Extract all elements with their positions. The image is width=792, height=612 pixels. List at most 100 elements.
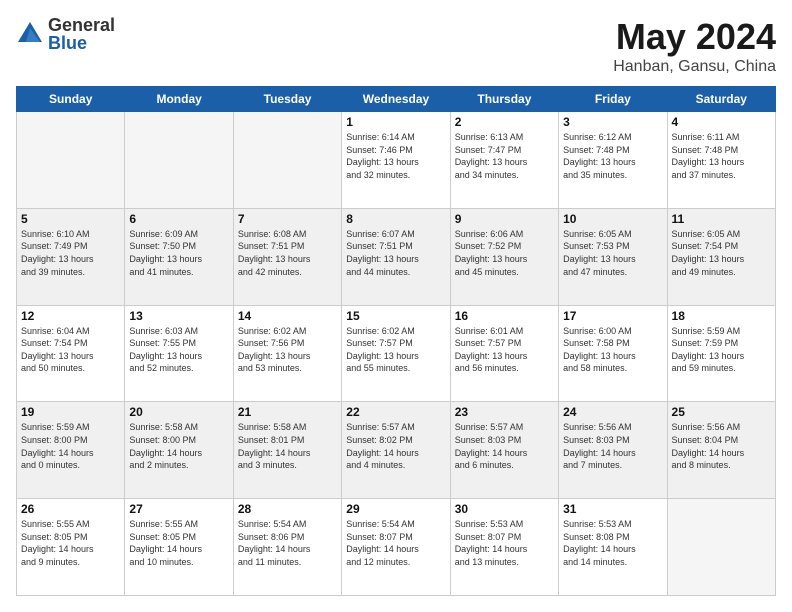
day-info: Sunrise: 5:54 AM Sunset: 8:07 PM Dayligh…	[346, 518, 445, 568]
weekday-wednesday: Wednesday	[342, 87, 450, 112]
calendar-cell: 3 Sunrise: 6:12 AM Sunset: 7:48 PM Daylig…	[559, 112, 667, 209]
day-info: Sunrise: 6:09 AM Sunset: 7:50 PM Dayligh…	[129, 228, 228, 278]
calendar-cell: 26Sunrise: 5:55 AM Sunset: 8:05 PM Dayli…	[17, 499, 125, 596]
calendar-cell: 10 Sunrise: 6:05 AM Sunset: 7:53 PM Dayli…	[559, 208, 667, 305]
calendar-cell: 12 Sunrise: 6:04 AM Sunset: 7:54 PM Dayli…	[17, 305, 125, 402]
weekday-sunday: Sunday	[17, 87, 125, 112]
day-number: 17	[563, 309, 662, 323]
day-number: 18	[672, 309, 771, 323]
calendar-week-2: 5 Sunrise: 6:10 AM Sunset: 7:49 PM Daylig…	[17, 208, 776, 305]
day-info: Sunrise: 6:08 AM Sunset: 7:51 PM Dayligh…	[238, 228, 337, 278]
calendar-week-5: 26 Sunrise: 5:55 AM Sunset: 8:05 PM Dayli…	[17, 499, 776, 596]
day-number: 14	[238, 309, 337, 323]
calendar-week-1: 1 Sunrise: 6:14 AM Sunset: 7:46 PM Daylig…	[17, 112, 776, 209]
day-info: Sunrise: 5:59 AM Sunset: 8:00 PM Dayligh…	[21, 421, 120, 471]
day-number: 6	[129, 212, 228, 226]
calendar-cell: 4 Sunrise: 6:11 AM Sunset: 7:48 PM Daylig…	[667, 112, 775, 209]
day-number: 29	[346, 502, 445, 516]
day-number: 10	[563, 212, 662, 226]
day-info: Sunrise: 6:05 AM Sunset: 7:53 PM Dayligh…	[563, 228, 662, 278]
calendar-cell: 31 Sunrise: 5:53 AM Sunset: 8:08 PM Dayli…	[559, 499, 667, 596]
calendar-cell: 17 Sunrise: 6:00 AM Sunset: 7:58 PM Dayli…	[559, 305, 667, 402]
calendar-week-4: 19 Sunrise: 5:59 AM Sunset: 8:00 PM Dayli…	[17, 402, 776, 499]
calendar-week-3: 12 Sunrise: 6:04 AM Sunset: 7:54 PM Dayli…	[17, 305, 776, 402]
calendar-cell: 28Sunrise: 5:54 AM Sunset: 8:06 PM Dayli…	[233, 499, 341, 596]
day-info: Sunrise: 6:03 AM Sunset: 7:55 PM Dayligh…	[129, 325, 228, 375]
logo: General Blue	[16, 16, 115, 52]
day-info: Sunrise: 6:01 AM Sunset: 7:57 PM Dayligh…	[455, 325, 554, 375]
day-info: Sunrise: 6:07 AM Sunset: 7:51 PM Dayligh…	[346, 228, 445, 278]
day-info: Sunrise: 5:55 AM Sunset: 8:05 PM Dayligh…	[129, 518, 228, 568]
day-info: Sunrise: 5:53 AM Sunset: 8:08 PM Dayligh…	[563, 518, 662, 568]
weekday-tuesday: Tuesday	[233, 87, 341, 112]
calendar-cell: 1 Sunrise: 6:14 AM Sunset: 7:46 PM Daylig…	[342, 112, 450, 209]
day-number: 25	[672, 405, 771, 419]
calendar-cell: 24 Sunrise: 5:56 AM Sunset: 8:03 PM Dayli…	[559, 402, 667, 499]
weekday-saturday: Saturday	[667, 87, 775, 112]
day-info: Sunrise: 6:04 AM Sunset: 7:54 PM Dayligh…	[21, 325, 120, 375]
calendar-cell: 14Sunrise: 6:02 AM Sunset: 7:56 PM Dayli…	[233, 305, 341, 402]
day-number: 19	[21, 405, 120, 419]
day-number: 9	[455, 212, 554, 226]
calendar-cell: 29 Sunrise: 5:54 AM Sunset: 8:07 PM Dayli…	[342, 499, 450, 596]
logo-general: General	[48, 16, 115, 34]
day-number: 12	[21, 309, 120, 323]
day-info: Sunrise: 6:14 AM Sunset: 7:46 PM Dayligh…	[346, 131, 445, 181]
day-number: 21	[238, 405, 337, 419]
calendar-cell: 5 Sunrise: 6:10 AM Sunset: 7:49 PM Daylig…	[17, 208, 125, 305]
day-number: 24	[563, 405, 662, 419]
day-info: Sunrise: 6:11 AM Sunset: 7:48 PM Dayligh…	[672, 131, 771, 181]
month-title: May 2024	[613, 16, 776, 58]
day-number: 2	[455, 115, 554, 129]
location: Hanban, Gansu, China	[613, 58, 776, 76]
calendar-cell	[233, 112, 341, 209]
day-info: Sunrise: 6:12 AM Sunset: 7:48 PM Dayligh…	[563, 131, 662, 181]
day-number: 26	[21, 502, 120, 516]
day-number: 27	[129, 502, 228, 516]
title-block: May 2024 Hanban, Gansu, China	[613, 16, 776, 76]
calendar-cell: 13 Sunrise: 6:03 AM Sunset: 7:55 PM Dayli…	[125, 305, 233, 402]
calendar-cell: 7 Sunrise: 6:08 AM Sunset: 7:51 PM Daylig…	[233, 208, 341, 305]
day-info: Sunrise: 6:02 AM Sunset: 7:57 PM Dayligh…	[346, 325, 445, 375]
weekday-header-row: SundayMondayTuesdayWednesdayThursdayFrid…	[17, 87, 776, 112]
calendar-cell: 15 Sunrise: 6:02 AM Sunset: 7:57 PM Dayli…	[342, 305, 450, 402]
day-number: 16	[455, 309, 554, 323]
day-number: 31	[563, 502, 662, 516]
day-info: Sunrise: 6:00 AM Sunset: 7:58 PM Dayligh…	[563, 325, 662, 375]
calendar-header: SundayMondayTuesdayWednesdayThursdayFrid…	[17, 87, 776, 112]
logo-icon	[16, 20, 44, 48]
day-number: 11	[672, 212, 771, 226]
calendar-cell: 6 Sunrise: 6:09 AM Sunset: 7:50 PM Daylig…	[125, 208, 233, 305]
calendar-cell: 11Sunrise: 6:05 AM Sunset: 7:54 PM Dayli…	[667, 208, 775, 305]
calendar-cell: 22Sunrise: 5:57 AM Sunset: 8:02 PM Dayli…	[342, 402, 450, 499]
calendar-cell: 8Sunrise: 6:07 AM Sunset: 7:51 PM Daylig…	[342, 208, 450, 305]
day-info: Sunrise: 5:58 AM Sunset: 8:01 PM Dayligh…	[238, 421, 337, 471]
day-number: 7	[238, 212, 337, 226]
day-number: 20	[129, 405, 228, 419]
calendar-cell: 2 Sunrise: 6:13 AM Sunset: 7:47 PM Daylig…	[450, 112, 558, 209]
weekday-thursday: Thursday	[450, 87, 558, 112]
day-info: Sunrise: 6:13 AM Sunset: 7:47 PM Dayligh…	[455, 131, 554, 181]
day-info: Sunrise: 6:06 AM Sunset: 7:52 PM Dayligh…	[455, 228, 554, 278]
day-number: 4	[672, 115, 771, 129]
day-number: 5	[21, 212, 120, 226]
calendar-cell: 23Sunrise: 5:57 AM Sunset: 8:03 PM Dayli…	[450, 402, 558, 499]
day-info: Sunrise: 5:56 AM Sunset: 8:04 PM Dayligh…	[672, 421, 771, 471]
day-info: Sunrise: 5:56 AM Sunset: 8:03 PM Dayligh…	[563, 421, 662, 471]
logo-blue: Blue	[48, 34, 115, 52]
calendar-cell: 21 Sunrise: 5:58 AM Sunset: 8:01 PM Dayli…	[233, 402, 341, 499]
day-info: Sunrise: 5:58 AM Sunset: 8:00 PM Dayligh…	[129, 421, 228, 471]
day-info: Sunrise: 6:10 AM Sunset: 7:49 PM Dayligh…	[21, 228, 120, 278]
header: General Blue May 2024 Hanban, Gansu, Chi…	[16, 16, 776, 76]
day-number: 1	[346, 115, 445, 129]
day-number: 3	[563, 115, 662, 129]
weekday-friday: Friday	[559, 87, 667, 112]
day-number: 13	[129, 309, 228, 323]
day-number: 15	[346, 309, 445, 323]
calendar-cell	[667, 499, 775, 596]
calendar-cell: 9 Sunrise: 6:06 AM Sunset: 7:52 PM Daylig…	[450, 208, 558, 305]
calendar: SundayMondayTuesdayWednesdayThursdayFrid…	[16, 86, 776, 596]
calendar-body: 1 Sunrise: 6:14 AM Sunset: 7:46 PM Daylig…	[17, 112, 776, 596]
page: General Blue May 2024 Hanban, Gansu, Chi…	[0, 0, 792, 612]
day-number: 28	[238, 502, 337, 516]
